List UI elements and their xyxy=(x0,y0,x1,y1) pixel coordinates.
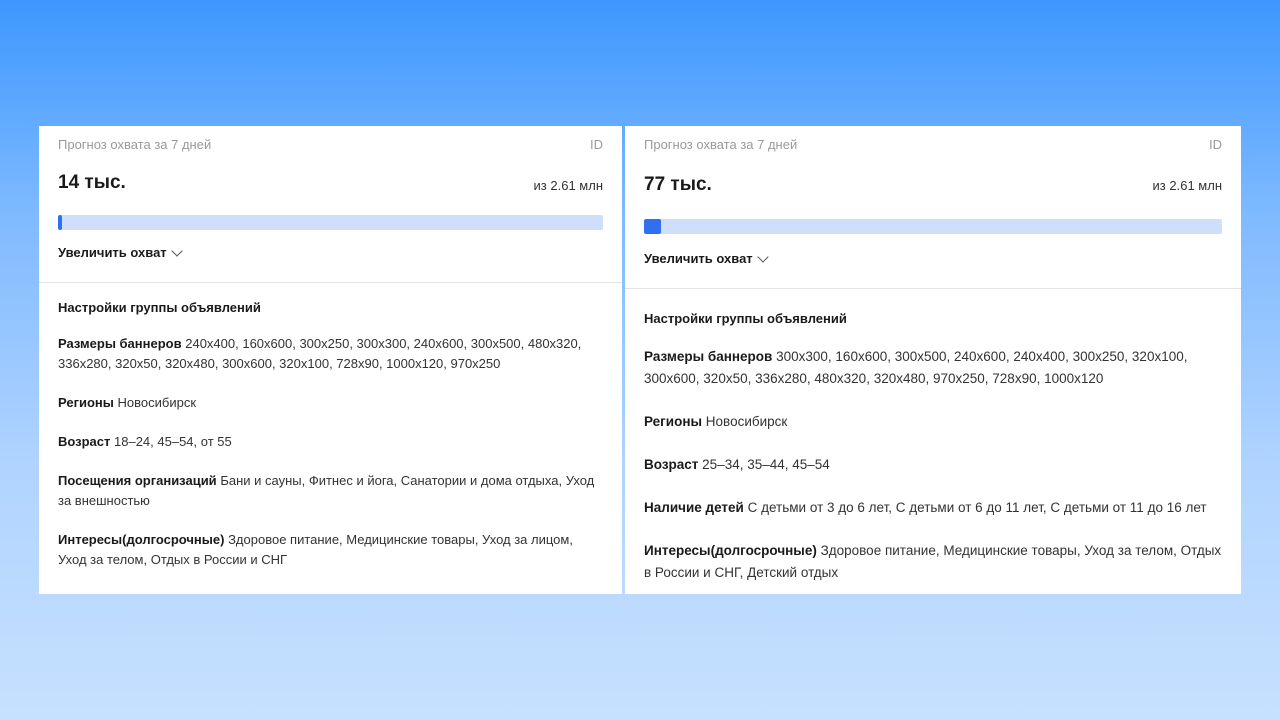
reach-panel-left: Прогноз охвата за 7 дней ID 14 тыс. из 2… xyxy=(39,126,622,594)
setting-value: 25–34, 35–44, 45–54 xyxy=(702,457,830,472)
chevron-down-icon xyxy=(757,250,769,263)
setting-regions: Регионы Новосибирск xyxy=(644,411,1222,433)
setting-interests: Интересы(долгосрочные) Здоровое питание,… xyxy=(644,540,1222,584)
setting-value: 18–24, 45–54, от 55 xyxy=(114,434,232,449)
reach-value: 14 тыс. xyxy=(58,172,126,193)
settings-title: Настройки группы объявлений xyxy=(644,311,847,326)
reach-progress-bar xyxy=(58,215,603,230)
setting-key: Интересы(долгосрочные) xyxy=(58,532,225,547)
settings-title: Настройки группы объявлений xyxy=(58,300,261,315)
forecast-section: Прогноз охвата за 7 дней ID 77 тыс. из 2… xyxy=(625,126,1241,289)
setting-age: Возраст 25–34, 35–44, 45–54 xyxy=(644,454,1222,476)
reach-value: 77 тыс. xyxy=(644,174,712,195)
setting-key: Интересы(долгосрочные) xyxy=(644,543,817,558)
setting-key: Наличие детей xyxy=(644,500,744,515)
forecast-section: Прогноз охвата за 7 дней ID 14 тыс. из 2… xyxy=(39,126,622,283)
id-label: ID xyxy=(1209,137,1222,152)
id-label: ID xyxy=(590,137,603,152)
setting-key: Размеры баннеров xyxy=(644,349,773,364)
ad-group-settings: Настройки группы объявлений Размеры банн… xyxy=(39,300,622,570)
setting-key: Регионы xyxy=(644,414,703,429)
reach-progress-fill xyxy=(58,215,62,230)
ad-group-settings: Настройки группы объявлений Размеры банн… xyxy=(625,311,1241,584)
reach-total: из 2.61 млн xyxy=(1152,178,1222,193)
setting-interests: Интересы(долгосрочные) Здоровое питание,… xyxy=(58,530,603,570)
increase-reach-button[interactable]: Увеличить охват xyxy=(58,244,183,260)
setting-regions: Регионы Новосибирск xyxy=(58,393,603,413)
increase-reach-label: Увеличить охват xyxy=(58,245,167,260)
setting-value: Новосибирск xyxy=(705,414,788,429)
forecast-label: Прогноз охвата за 7 дней xyxy=(58,137,212,152)
forecast-label: Прогноз охвата за 7 дней xyxy=(644,137,798,152)
reach-progress-fill xyxy=(644,219,662,234)
chevron-down-icon xyxy=(171,244,183,257)
setting-banner-sizes: Размеры баннеров 300x300, 160x600, 300x5… xyxy=(644,346,1222,390)
setting-key: Регионы xyxy=(58,395,114,410)
reach-progress-bar xyxy=(644,219,1222,234)
setting-banner-sizes: Размеры баннеров 240x400, 160x600, 300x2… xyxy=(58,334,603,374)
setting-key: Возраст xyxy=(58,434,111,449)
setting-key: Возраст xyxy=(644,457,699,472)
setting-key: Размеры баннеров xyxy=(58,336,182,351)
setting-key: Посещения организаций xyxy=(58,473,217,488)
increase-reach-label: Увеличить охват xyxy=(644,251,753,266)
reach-total: из 2.61 млн xyxy=(533,178,603,193)
increase-reach-button[interactable]: Увеличить охват xyxy=(644,250,769,266)
setting-value: Новосибирск xyxy=(117,395,197,410)
reach-panel-right: Прогноз охвата за 7 дней ID 77 тыс. из 2… xyxy=(625,126,1241,594)
setting-age: Возраст 18–24, 45–54, от 55 xyxy=(58,432,603,452)
setting-value: С детьми от 3 до 6 лет, С детьми от 6 до… xyxy=(747,500,1207,515)
setting-visits: Посещения организаций Бани и сауны, Фитн… xyxy=(58,471,603,511)
setting-children: Наличие детей С детьми от 3 до 6 лет, С … xyxy=(644,497,1222,519)
